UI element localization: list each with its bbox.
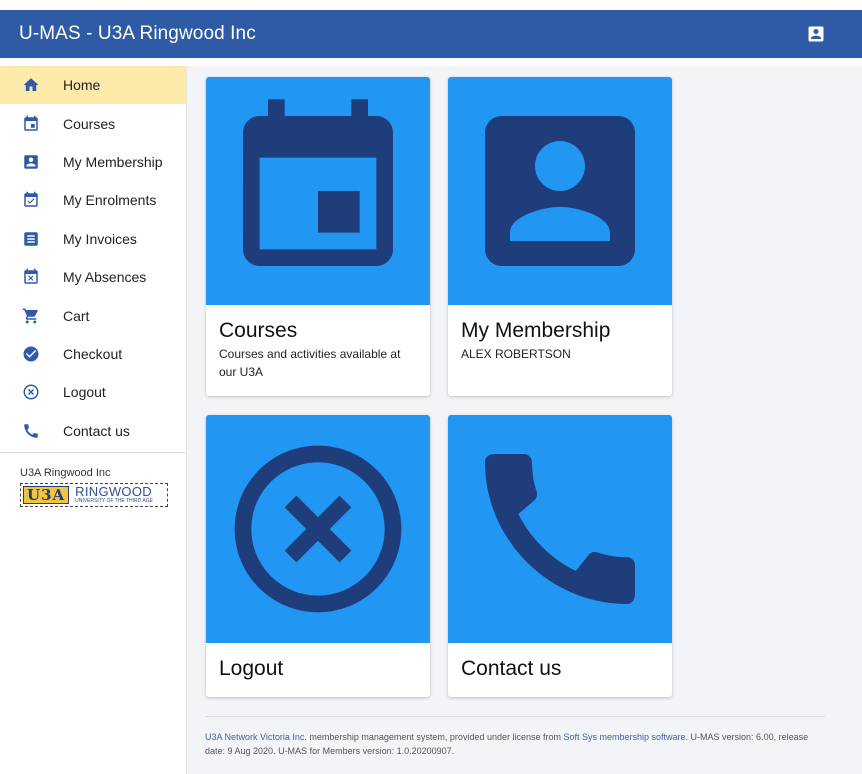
sidebar: Home Courses My Membership My Enrolments… <box>0 66 187 774</box>
sidebar-item-label: My Membership <box>63 153 163 170</box>
card-my-membership[interactable]: My Membership ALEX ROBERTSON <box>448 77 672 396</box>
header-bar: U-MAS - U3A Ringwood Inc <box>0 10 862 58</box>
account-box-icon <box>485 116 635 266</box>
event-available-icon <box>22 191 40 209</box>
sidebar-item-label: Contact us <box>63 422 130 439</box>
account-box-icon[interactable] <box>806 24 826 44</box>
org-block: U3A Ringwood Inc U3A RINGWOOD UNIVERSITY… <box>0 453 186 507</box>
sidebar-item-label: My Enrolments <box>63 192 157 209</box>
logo-name: RINGWOOD <box>75 484 152 500</box>
home-icon <box>22 76 40 94</box>
sidebar-item-label: My Absences <box>63 269 147 286</box>
event-busy-icon <box>22 268 40 286</box>
sidebar-item-cart[interactable]: Cart <box>0 296 186 334</box>
card-title: Contact us <box>461 657 562 680</box>
card-title: Courses <box>219 319 298 342</box>
footer-link-softsys[interactable]: Soft Sys membership software <box>564 732 686 742</box>
card-media <box>206 415 430 643</box>
sidebar-item-checkout[interactable]: Checkout <box>0 335 186 373</box>
app-title: U-MAS - U3A Ringwood Inc <box>19 23 256 44</box>
phone-icon <box>22 422 40 440</box>
card-media <box>448 415 672 643</box>
sidebar-item-label: Home <box>63 77 101 94</box>
calendar-icon <box>243 99 393 266</box>
org-logo: U3A RINGWOOD UNIVERSITY OF THE THIRD AGE <box>20 482 168 507</box>
sidebar-item-my-enrolments[interactable]: My Enrolments <box>0 181 186 219</box>
cart-icon <box>22 307 40 325</box>
account-box-icon <box>22 153 40 171</box>
footer-text: . membership management system, provided… <box>304 732 564 742</box>
sidebar-item-my-membership[interactable]: My Membership <box>0 143 186 181</box>
sidebar-item-label: Logout <box>63 384 106 401</box>
logo-tagline: UNIVERSITY OF THE THIRD AGE <box>75 498 153 505</box>
member-name: ALEX ROBERTSON <box>461 347 571 362</box>
card-logout[interactable]: Logout <box>206 415 430 697</box>
cancel-circle-icon <box>234 445 402 613</box>
footer-link-network[interactable]: U3A Network Victoria Inc <box>205 732 304 742</box>
card-title: Logout <box>219 657 284 680</box>
phone-icon <box>485 454 635 604</box>
sidebar-item-my-invoices[interactable]: My Invoices <box>0 220 186 258</box>
card-contact-us[interactable]: Contact us <box>448 415 672 697</box>
card-description: Courses and activities available at our … <box>219 347 401 379</box>
org-name: U3A Ringwood Inc <box>20 466 111 479</box>
card-media <box>206 77 430 305</box>
cancel-circle-icon <box>22 383 40 401</box>
app-bar: U-MAS - U3A Ringwood Inc <box>0 0 862 66</box>
sidebar-item-label: Checkout <box>63 345 123 362</box>
sidebar-item-label: Cart <box>63 307 90 324</box>
check-circle-icon <box>22 345 40 363</box>
sidebar-item-my-absences[interactable]: My Absences <box>0 258 186 296</box>
card-courses[interactable]: Courses Courses and activities available… <box>206 77 430 396</box>
sidebar-item-contact-us[interactable]: Contact us <box>0 412 186 450</box>
footer: U3A Network Victoria Inc. membership man… <box>205 716 825 758</box>
card-title: My Membership <box>461 319 611 342</box>
sidebar-item-home[interactable]: Home <box>0 66 186 105</box>
calendar-icon <box>22 115 40 133</box>
receipt-icon <box>22 230 40 248</box>
sidebar-item-courses[interactable]: Courses <box>0 104 186 142</box>
sidebar-item-label: My Invoices <box>63 230 137 247</box>
sidebar-item-logout[interactable]: Logout <box>0 373 186 411</box>
card-media <box>448 77 672 305</box>
logo-badge: U3A <box>23 485 70 504</box>
sidebar-item-label: Courses <box>63 115 116 132</box>
